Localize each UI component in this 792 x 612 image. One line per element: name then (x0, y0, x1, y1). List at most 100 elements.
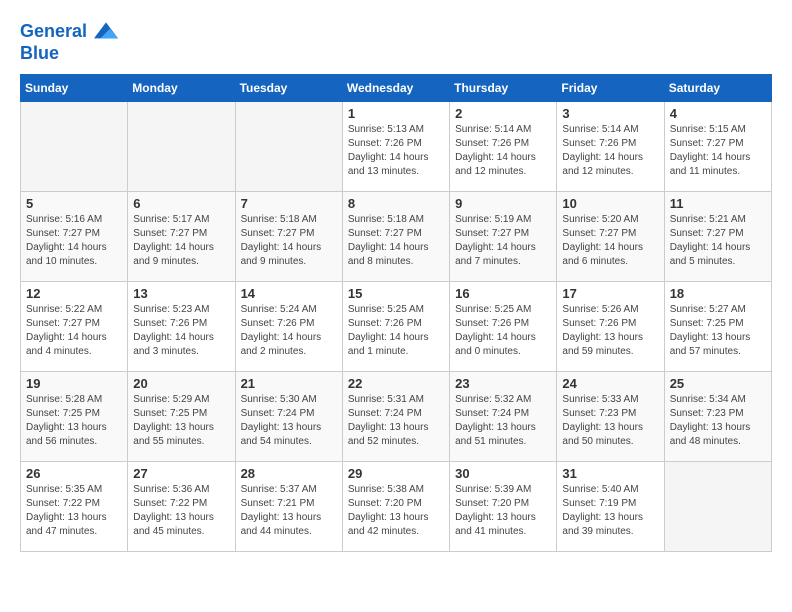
calendar-cell: 6Sunrise: 5:17 AMSunset: 7:27 PMDaylight… (128, 191, 235, 281)
header-monday: Monday (128, 74, 235, 101)
page-header: General Blue (20, 20, 772, 64)
day-info: Sunrise: 5:25 AMSunset: 7:26 PMDaylight:… (455, 303, 551, 359)
day-info: Sunrise: 5:22 AMSunset: 7:27 PMDaylight:… (26, 303, 122, 359)
day-number: 7 (241, 196, 337, 211)
day-number: 31 (562, 466, 658, 481)
day-info: Sunrise: 5:25 AMSunset: 7:26 PMDaylight:… (348, 303, 444, 359)
day-number: 10 (562, 196, 658, 211)
calendar-cell: 28 Sunrise: 5:37 AMSunset: 7:21 PMDayligh… (235, 461, 342, 551)
day-info: Sunrise: 5:31 AMSunset: 7:24 PMDaylight:… (348, 393, 444, 449)
calendar-cell: 30 Sunrise: 5:39 AMSunset: 7:20 PMDayligh… (450, 461, 557, 551)
day-info: Sunrise: 5:17 AMSunset: 7:27 PMDaylight:… (133, 213, 229, 269)
day-number: 22 (348, 376, 444, 391)
day-info: Sunrise: 5:30 AMSunset: 7:24 PMDaylight:… (241, 393, 337, 449)
calendar-cell: 12 Sunrise: 5:22 AMSunset: 7:27 PMDayligh… (21, 281, 128, 371)
calendar-cell: 31 Sunrise: 5:40 AMSunset: 7:19 PMDayligh… (557, 461, 664, 551)
header-tuesday: Tuesday (235, 74, 342, 101)
calendar-cell: 17 Sunrise: 5:26 AMSunset: 7:26 PMDayligh… (557, 281, 664, 371)
calendar-cell: 9 Sunrise: 5:19 AMSunset: 7:27 PMDaylight… (450, 191, 557, 281)
day-number: 24 (562, 376, 658, 391)
calendar-cell: 5 Sunrise: 5:16 AMSunset: 7:27 PMDaylight… (21, 191, 128, 281)
day-info: Sunrise: 5:33 AMSunset: 7:23 PMDaylight:… (562, 393, 658, 449)
day-number: 3 (562, 106, 658, 121)
calendar-cell (664, 461, 771, 551)
day-number: 9 (455, 196, 551, 211)
header-row: SundayMondayTuesdayWednesdayThursdayFrid… (21, 74, 772, 101)
logo: General Blue (20, 20, 118, 64)
day-info: Sunrise: 5:27 AMSunset: 7:25 PMDaylight:… (670, 303, 766, 359)
day-number: 18 (670, 286, 766, 301)
calendar-cell: 26 Sunrise: 5:35 AMSunset: 7:22 PMDayligh… (21, 461, 128, 551)
day-info: Sunrise: 5:14 AMSunset: 7:26 PMDaylight:… (562, 123, 658, 179)
day-number: 29 (348, 466, 444, 481)
day-number: 2 (455, 106, 551, 121)
calendar-cell: 24 Sunrise: 5:33 AMSunset: 7:23 PMDayligh… (557, 371, 664, 461)
day-info: Sunrise: 5:34 AMSunset: 7:23 PMDaylight:… (670, 393, 766, 449)
calendar-cell: 14 Sunrise: 5:24 AMSunset: 7:26 PMDayligh… (235, 281, 342, 371)
week-row-4: 19Sunrise: 5:28 AMSunset: 7:25 PMDayligh… (21, 371, 772, 461)
day-number: 14 (241, 286, 337, 301)
day-info: Sunrise: 5:18 AMSunset: 7:27 PMDaylight:… (241, 213, 337, 269)
day-info: Sunrise: 5:32 AMSunset: 7:24 PMDaylight:… (455, 393, 551, 449)
day-number: 5 (26, 196, 122, 211)
calendar-cell: 16 Sunrise: 5:25 AMSunset: 7:26 PMDayligh… (450, 281, 557, 371)
day-info: Sunrise: 5:20 AMSunset: 7:27 PMDaylight:… (562, 213, 658, 269)
calendar-cell: 20Sunrise: 5:29 AMSunset: 7:25 PMDayligh… (128, 371, 235, 461)
header-sunday: Sunday (21, 74, 128, 101)
day-info: Sunrise: 5:26 AMSunset: 7:26 PMDaylight:… (562, 303, 658, 359)
calendar-cell: 4 Sunrise: 5:15 AMSunset: 7:27 PMDaylight… (664, 101, 771, 191)
calendar-cell: 3 Sunrise: 5:14 AMSunset: 7:26 PMDaylight… (557, 101, 664, 191)
calendar-cell: 2Sunrise: 5:14 AMSunset: 7:26 PMDaylight… (450, 101, 557, 191)
calendar-cell: 21Sunrise: 5:30 AMSunset: 7:24 PMDayligh… (235, 371, 342, 461)
day-info: Sunrise: 5:35 AMSunset: 7:22 PMDaylight:… (26, 483, 122, 539)
calendar-cell: 27Sunrise: 5:36 AMSunset: 7:22 PMDayligh… (128, 461, 235, 551)
day-number: 30 (455, 466, 551, 481)
header-friday: Friday (557, 74, 664, 101)
header-thursday: Thursday (450, 74, 557, 101)
day-info: Sunrise: 5:13 AMSunset: 7:26 PMDaylight:… (348, 123, 444, 179)
day-info: Sunrise: 5:16 AMSunset: 7:27 PMDaylight:… (26, 213, 122, 269)
calendar-cell (235, 101, 342, 191)
week-row-1: 1 Sunrise: 5:13 AMSunset: 7:26 PMDaylight… (21, 101, 772, 191)
day-number: 13 (133, 286, 229, 301)
day-info: Sunrise: 5:40 AMSunset: 7:19 PMDaylight:… (562, 483, 658, 539)
day-info: Sunrise: 5:24 AMSunset: 7:26 PMDaylight:… (241, 303, 337, 359)
day-info: Sunrise: 5:15 AMSunset: 7:27 PMDaylight:… (670, 123, 766, 179)
calendar-cell: 23 Sunrise: 5:32 AMSunset: 7:24 PMDayligh… (450, 371, 557, 461)
calendar-cell: 18 Sunrise: 5:27 AMSunset: 7:25 PMDayligh… (664, 281, 771, 371)
day-info: Sunrise: 5:39 AMSunset: 7:20 PMDaylight:… (455, 483, 551, 539)
day-number: 16 (455, 286, 551, 301)
day-number: 4 (670, 106, 766, 121)
day-info: Sunrise: 5:18 AMSunset: 7:27 PMDaylight:… (348, 213, 444, 269)
calendar-cell: 15 Sunrise: 5:25 AMSunset: 7:26 PMDayligh… (342, 281, 449, 371)
day-number: 26 (26, 466, 122, 481)
day-number: 12 (26, 286, 122, 301)
day-info: Sunrise: 5:37 AMSunset: 7:21 PMDaylight:… (241, 483, 337, 539)
day-number: 17 (562, 286, 658, 301)
day-number: 1 (348, 106, 444, 121)
calendar-cell: 29 Sunrise: 5:38 AMSunset: 7:20 PMDayligh… (342, 461, 449, 551)
calendar-cell: 19Sunrise: 5:28 AMSunset: 7:25 PMDayligh… (21, 371, 128, 461)
day-info: Sunrise: 5:38 AMSunset: 7:20 PMDaylight:… (348, 483, 444, 539)
day-number: 28 (241, 466, 337, 481)
day-number: 15 (348, 286, 444, 301)
day-number: 8 (348, 196, 444, 211)
header-wednesday: Wednesday (342, 74, 449, 101)
day-number: 25 (670, 376, 766, 391)
calendar-cell: 22 Sunrise: 5:31 AMSunset: 7:24 PMDayligh… (342, 371, 449, 461)
day-number: 27 (133, 466, 229, 481)
week-row-5: 26 Sunrise: 5:35 AMSunset: 7:22 PMDayligh… (21, 461, 772, 551)
calendar-cell: 10 Sunrise: 5:20 AMSunset: 7:27 PMDayligh… (557, 191, 664, 281)
week-row-2: 5 Sunrise: 5:16 AMSunset: 7:27 PMDaylight… (21, 191, 772, 281)
calendar-cell: 1 Sunrise: 5:13 AMSunset: 7:26 PMDaylight… (342, 101, 449, 191)
calendar-cell: 11Sunrise: 5:21 AMSunset: 7:27 PMDayligh… (664, 191, 771, 281)
day-info: Sunrise: 5:19 AMSunset: 7:27 PMDaylight:… (455, 213, 551, 269)
day-number: 23 (455, 376, 551, 391)
day-info: Sunrise: 5:29 AMSunset: 7:25 PMDaylight:… (133, 393, 229, 449)
day-info: Sunrise: 5:28 AMSunset: 7:25 PMDaylight:… (26, 393, 122, 449)
week-row-3: 12 Sunrise: 5:22 AMSunset: 7:27 PMDayligh… (21, 281, 772, 371)
calendar-table: SundayMondayTuesdayWednesdayThursdayFrid… (20, 74, 772, 552)
calendar-cell: 25 Sunrise: 5:34 AMSunset: 7:23 PMDayligh… (664, 371, 771, 461)
calendar-cell: 8 Sunrise: 5:18 AMSunset: 7:27 PMDaylight… (342, 191, 449, 281)
calendar-cell: 13Sunrise: 5:23 AMSunset: 7:26 PMDayligh… (128, 281, 235, 371)
